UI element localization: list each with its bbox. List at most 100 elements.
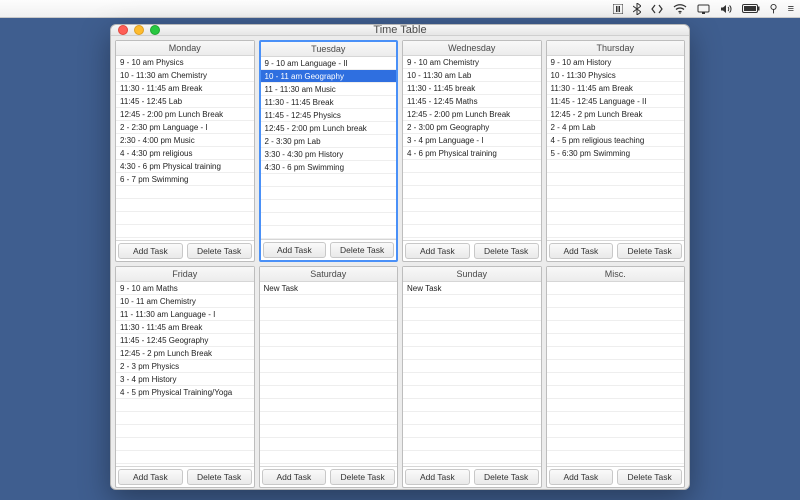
task-row[interactable] (261, 226, 397, 239)
task-list[interactable]: 9 - 10 am History10 - 11:30 Physics11:30… (547, 56, 685, 240)
task-row[interactable] (547, 308, 685, 321)
wifi-icon[interactable] (673, 4, 687, 14)
task-row[interactable] (403, 308, 541, 321)
delete-task-button[interactable]: Delete Task (617, 469, 682, 485)
add-task-button[interactable]: Add Task (405, 243, 470, 259)
task-row[interactable] (260, 425, 398, 438)
task-row[interactable]: 2 - 3:00 pm Geography (403, 121, 541, 134)
task-row[interactable]: 11:45 - 12:45 Physics (261, 109, 397, 122)
delete-task-button[interactable]: Delete Task (474, 469, 539, 485)
task-row[interactable] (547, 412, 685, 425)
task-row[interactable]: 2 - 3 pm Physics (116, 360, 254, 373)
task-row[interactable] (547, 160, 685, 173)
task-row[interactable]: 11:30 - 11:45 am Break (116, 82, 254, 95)
task-row[interactable]: 2 - 4 pm Lab (547, 121, 685, 134)
task-row[interactable] (261, 174, 397, 187)
task-row[interactable]: 3 - 4 pm History (116, 373, 254, 386)
task-row[interactable] (547, 347, 685, 360)
delete-task-button[interactable]: Delete Task (330, 242, 394, 258)
task-row[interactable] (260, 451, 398, 464)
task-row[interactable]: 11:30 - 11:45 am Break (116, 321, 254, 334)
add-task-button[interactable]: Add Task (405, 469, 470, 485)
task-row[interactable] (261, 200, 397, 213)
task-row[interactable] (403, 438, 541, 451)
task-row[interactable]: 2 - 3:30 pm Lab (261, 135, 397, 148)
task-row[interactable] (403, 425, 541, 438)
display-icon[interactable] (697, 4, 710, 14)
task-row[interactable] (260, 360, 398, 373)
task-list[interactable]: 9 - 10 am Language - II10 - 11 am Geogra… (261, 57, 397, 239)
task-row[interactable] (547, 295, 685, 308)
task-row[interactable] (403, 199, 541, 212)
task-row[interactable] (403, 173, 541, 186)
task-row[interactable]: New Task (260, 282, 398, 295)
task-row[interactable] (260, 399, 398, 412)
task-row[interactable]: 12:45 - 2 pm Lunch Break (547, 108, 685, 121)
task-row[interactable]: 3 - 4 pm Language - I (403, 134, 541, 147)
task-row[interactable]: 11:30 - 11:45 Break (261, 96, 397, 109)
task-row[interactable]: 4:30 - 6 pm Swimming (261, 161, 397, 174)
task-row[interactable] (403, 225, 541, 238)
task-row[interactable] (403, 160, 541, 173)
task-row[interactable] (116, 225, 254, 238)
add-task-button[interactable]: Add Task (118, 243, 183, 259)
task-row[interactable] (547, 334, 685, 347)
task-row[interactable]: 10 - 11 am Chemistry (116, 295, 254, 308)
task-row[interactable] (260, 438, 398, 451)
task-row[interactable] (547, 451, 685, 464)
task-row[interactable]: 9 - 10 am History (547, 56, 685, 69)
task-row[interactable] (547, 199, 685, 212)
delete-task-button[interactable]: Delete Task (474, 243, 539, 259)
task-row[interactable] (260, 334, 398, 347)
task-row[interactable]: 12:45 - 2:00 pm Lunch break (261, 122, 397, 135)
task-row[interactable]: 11:45 - 12:45 Maths (403, 95, 541, 108)
search-icon[interactable]: ⚲ (770, 2, 778, 15)
task-row[interactable]: 11:45 - 12:45 Geography (116, 334, 254, 347)
task-row[interactable]: 10 - 11:30 Physics (547, 69, 685, 82)
task-row[interactable]: 6 - 7 pm Swimming (116, 173, 254, 186)
task-row[interactable] (403, 186, 541, 199)
task-row[interactable] (261, 187, 397, 200)
task-row[interactable] (260, 295, 398, 308)
task-row[interactable]: 9 - 10 am Physics (116, 56, 254, 69)
task-row[interactable]: 5 - 6:30 pm Swimming (547, 147, 685, 160)
task-row[interactable] (116, 212, 254, 225)
task-row[interactable] (116, 412, 254, 425)
add-task-button[interactable]: Add Task (118, 469, 183, 485)
bluetooth-icon[interactable] (633, 3, 641, 15)
task-row[interactable]: 10 - 11 am Geography (261, 70, 397, 83)
task-row[interactable] (547, 321, 685, 334)
task-row[interactable] (260, 308, 398, 321)
add-task-button[interactable]: Add Task (263, 242, 327, 258)
task-list[interactable]: 9 - 10 am Maths10 - 11 am Chemistry11 - … (116, 282, 254, 466)
task-row[interactable] (116, 438, 254, 451)
task-list[interactable]: New Task (403, 282, 541, 466)
task-row[interactable]: 4 - 6 pm Physical training (403, 147, 541, 160)
task-row[interactable] (547, 173, 685, 186)
task-row[interactable] (547, 373, 685, 386)
task-row[interactable] (403, 347, 541, 360)
task-row[interactable]: 4 - 5 pm religious teaching (547, 134, 685, 147)
task-row[interactable] (547, 399, 685, 412)
battery-icon[interactable] (742, 4, 760, 13)
titlebar[interactable]: Time Table (111, 25, 689, 36)
delete-task-button[interactable]: Delete Task (617, 243, 682, 259)
task-row[interactable] (261, 213, 397, 226)
task-row[interactable] (403, 295, 541, 308)
volume-icon[interactable] (720, 4, 732, 14)
pause-icon[interactable] (613, 4, 623, 14)
add-task-button[interactable]: Add Task (549, 243, 614, 259)
task-row[interactable]: 10 - 11:30 am Chemistry (116, 69, 254, 82)
add-task-button[interactable]: Add Task (262, 469, 327, 485)
task-row[interactable] (403, 334, 541, 347)
delete-task-button[interactable]: Delete Task (187, 243, 252, 259)
task-row[interactable]: New Task (403, 282, 541, 295)
task-row[interactable] (403, 212, 541, 225)
task-row[interactable] (547, 386, 685, 399)
task-row[interactable]: 9 - 10 am Maths (116, 282, 254, 295)
task-row[interactable] (547, 225, 685, 238)
task-row[interactable]: 12:45 - 2:00 pm Lunch Break (403, 108, 541, 121)
task-row[interactable] (547, 425, 685, 438)
code-icon[interactable] (651, 4, 663, 14)
task-row[interactable]: 11:45 - 12:45 Lab (116, 95, 254, 108)
